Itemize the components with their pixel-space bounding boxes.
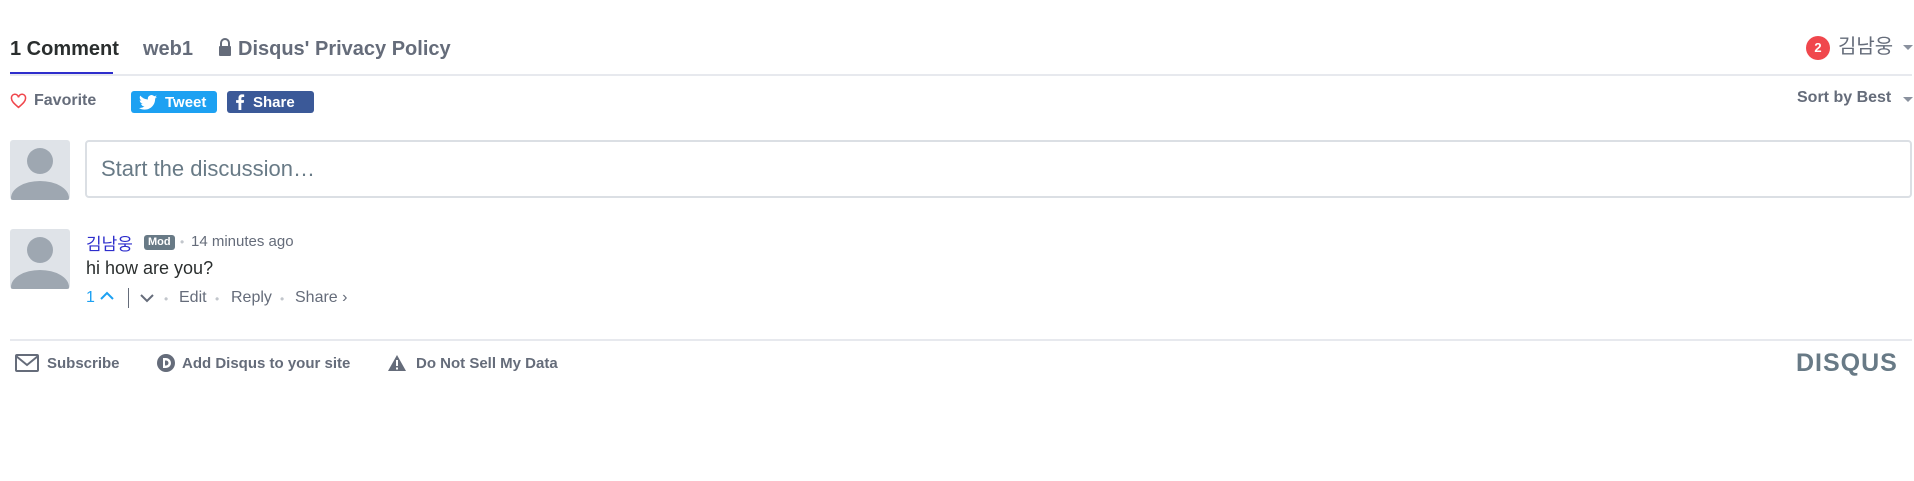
notification-badge[interactable]: 2 [1806,36,1830,60]
sort-dropdown[interactable]: Sort by Best [1797,89,1891,107]
add-disqus-link[interactable]: Add Disqus to your site [156,353,350,373]
favorite-label: Favorite [34,92,97,109]
twitter-bird-icon [139,94,157,110]
disqus-d-icon [157,354,175,372]
subscribe-label: Subscribe [47,354,120,372]
subscribe-link[interactable]: Subscribe [15,353,120,373]
avatar-placeholder-icon [11,237,69,289]
do-not-sell-label: Do Not Sell My Data [416,354,558,372]
lock-icon [219,38,231,56]
tab-comments[interactable]: 1 Comment [10,37,119,61]
comment-composer[interactable] [85,140,1912,198]
comment-input[interactable] [87,142,1910,196]
active-tab-indicator [10,72,113,74]
caret-down-icon [1903,45,1913,50]
warning-icon [388,355,406,371]
separator-dot: • [215,292,220,306]
comment-timestamp[interactable]: 14 minutes ago [191,233,294,250]
mod-badge: Mod [144,235,175,250]
tab-privacy-policy[interactable]: Disqus' Privacy Policy [238,37,451,61]
share-label: Share [253,93,295,111]
add-disqus-label: Add Disqus to your site [182,354,351,372]
avatar-placeholder-icon [11,148,69,200]
footer-divider [10,339,1912,341]
reply-link[interactable]: Reply [231,289,272,307]
envelope-icon [15,354,39,372]
tab-site[interactable]: web1 [143,37,193,61]
username-label[interactable]: 김남웅 [1838,35,1893,59]
comment-share-link[interactable]: Share › [295,289,347,307]
chevron-up-icon[interactable] [100,291,114,301]
favorite-button[interactable]: Favorite [10,90,96,112]
separator-dot: • [280,292,285,306]
heart-icon [10,93,27,109]
chevron-down-icon[interactable] [140,293,154,303]
facebook-f-icon [236,94,245,110]
vote-divider [128,288,129,308]
disqus-thread: 1 Comment web1 Disqus' Privacy Policy 2 … [10,0,1913,481]
comment-author[interactable]: 김남웅 [86,230,133,255]
thread-nav: 1 Comment web1 Disqus' Privacy Policy 2 … [10,32,1913,76]
caret-down-icon [1903,97,1913,102]
upvote-count: 1 [86,289,95,306]
disqus-logo[interactable]: DISQUS [1796,349,1898,378]
tweet-button[interactable]: Tweet [131,91,217,113]
tweet-label: Tweet [165,93,207,111]
current-user-avatar[interactable] [10,140,70,200]
separator-dot: • [164,292,169,306]
edit-link[interactable]: Edit [179,289,207,307]
comment-body: hi how are you? [86,258,214,278]
separator-dot: • [180,235,185,249]
facebook-share-button[interactable]: Share [227,91,314,113]
do-not-sell-link[interactable]: Do Not Sell My Data [387,353,558,373]
comment-author-avatar[interactable] [10,229,70,289]
